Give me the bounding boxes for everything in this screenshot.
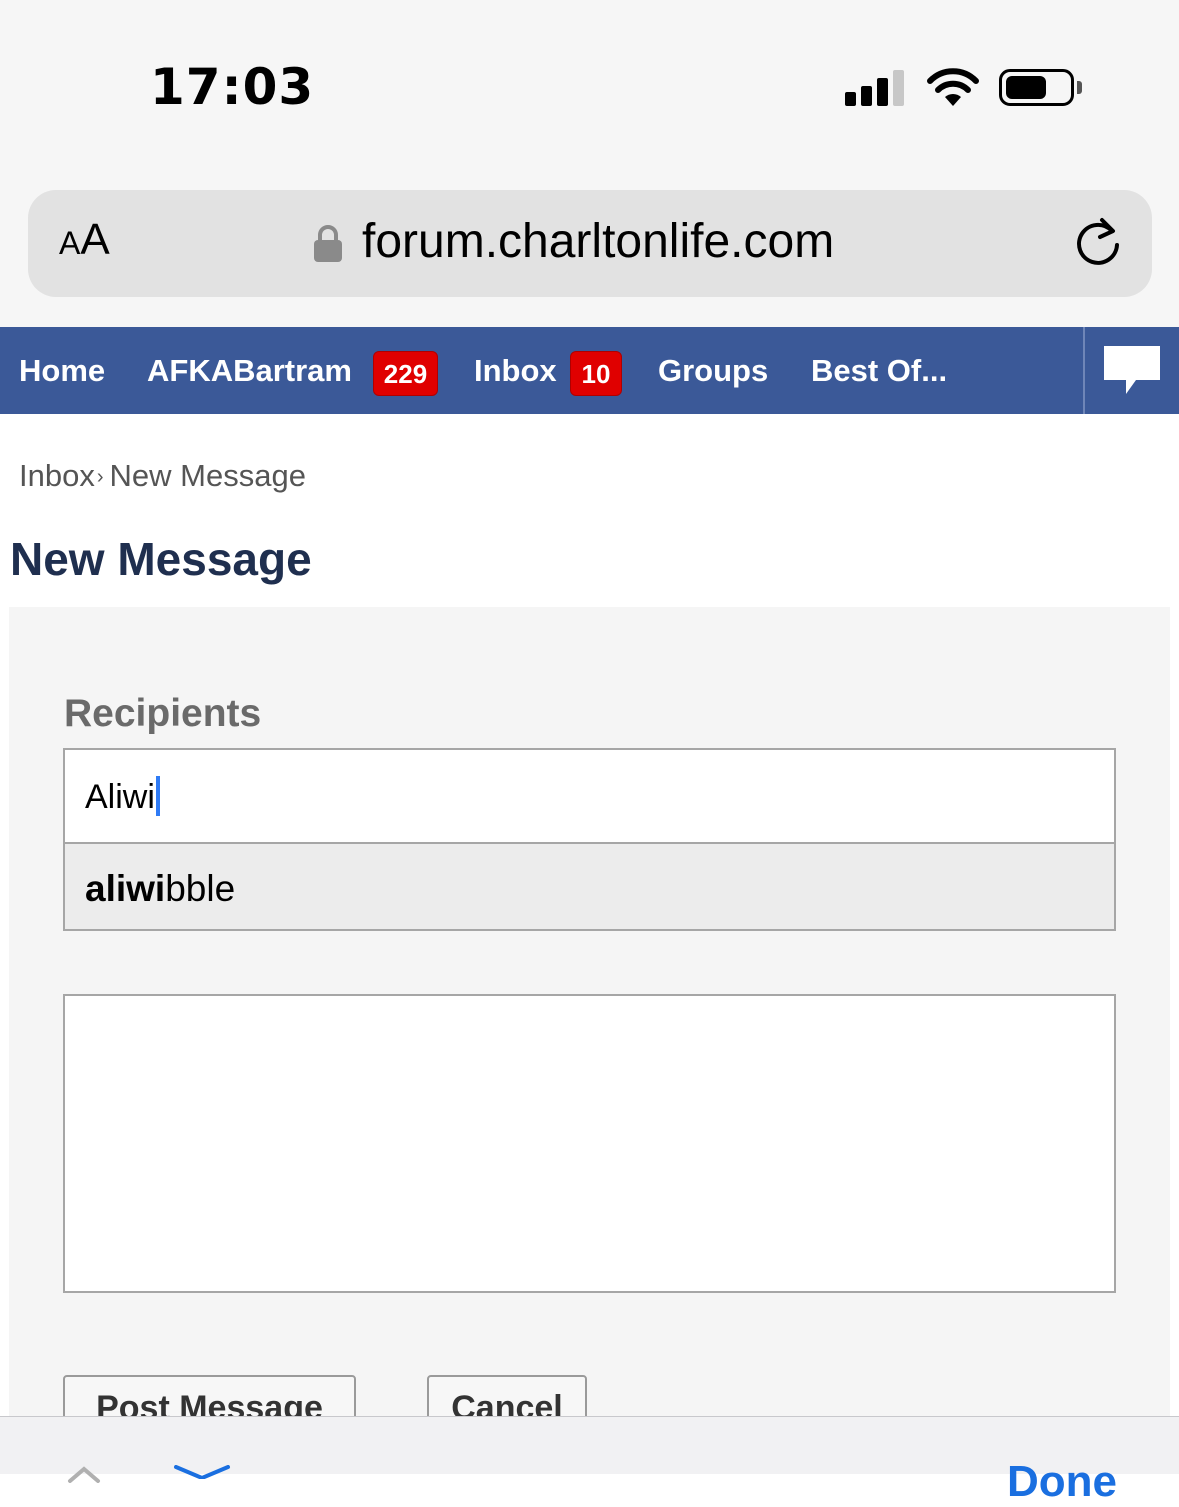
keyboard-accessory-bar: Done xyxy=(0,1416,1179,1506)
nav-divider xyxy=(1083,327,1085,414)
breadcrumb: Inbox › New Message xyxy=(19,458,306,494)
breadcrumb-current: New Message xyxy=(109,458,306,493)
inbox-badge[interactable]: 10 xyxy=(570,351,622,396)
nav-inbox[interactable]: Inbox xyxy=(474,351,557,391)
address-bar[interactable]: AA forum.charltonlife.com xyxy=(28,190,1152,297)
signal-bar-3 xyxy=(877,78,888,106)
message-body-textarea[interactable] xyxy=(63,994,1116,1293)
nav-groups[interactable]: Groups xyxy=(658,351,768,391)
status-icons xyxy=(845,68,1085,108)
battery-level xyxy=(1006,76,1046,99)
reload-icon[interactable] xyxy=(1072,215,1124,271)
breadcrumb-inbox-link[interactable]: Inbox xyxy=(19,458,95,493)
recipients-label: Recipients xyxy=(64,692,262,735)
aa-large-glyph: A xyxy=(80,215,110,264)
next-field-chevron-down-icon[interactable] xyxy=(172,1465,232,1479)
recipients-input-value: Aliwi xyxy=(85,778,155,816)
browser-chrome: 17:03 AA forum.charltonlife.com xyxy=(0,0,1179,327)
lock-icon xyxy=(314,225,342,262)
breadcrumb-separator: › xyxy=(96,466,104,488)
suggestion-rest: bble xyxy=(165,868,236,909)
forum-nav-bar: Home AFKABartram 229 Inbox 10 Groups Bes… xyxy=(0,327,1179,414)
nav-home[interactable]: Home xyxy=(19,351,105,391)
signal-bar-1 xyxy=(845,92,856,106)
reader-text-size-button[interactable]: AA xyxy=(59,218,110,262)
signal-bar-4 xyxy=(893,70,904,106)
previous-field-chevron-up-icon[interactable] xyxy=(66,1463,102,1483)
suggestion-match: aliwi xyxy=(85,868,166,909)
aa-small-glyph: A xyxy=(59,225,81,261)
recipients-input[interactable]: Aliwi xyxy=(63,748,1116,844)
status-time: 17:03 xyxy=(150,58,315,116)
recipient-suggestion[interactable]: aliwibble xyxy=(63,842,1116,931)
done-button[interactable]: Done xyxy=(1007,1457,1117,1507)
nav-best-of[interactable]: Best Of... xyxy=(811,351,947,391)
url-text[interactable]: forum.charltonlife.com xyxy=(362,215,834,269)
notifications-badge[interactable]: 229 xyxy=(373,351,438,396)
wifi-icon xyxy=(927,68,979,106)
signal-bar-2 xyxy=(861,86,872,106)
text-caret xyxy=(155,776,160,816)
page-title: New Message xyxy=(10,533,312,585)
chat-bubble-icon[interactable] xyxy=(1102,344,1162,398)
battery-cap xyxy=(1077,81,1082,94)
battery-icon xyxy=(999,69,1074,106)
nav-profile[interactable]: AFKABartram xyxy=(147,351,352,391)
